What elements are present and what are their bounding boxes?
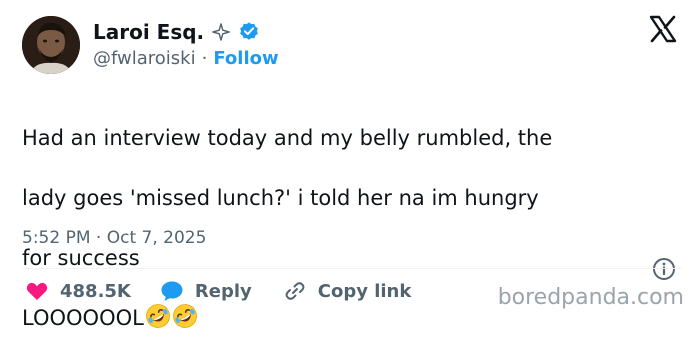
like-count: 488.5K <box>60 280 131 302</box>
reply-label: Reply <box>194 280 252 302</box>
tweet-timestamp[interactable]: 5:52 PM · Oct 7, 2025 <box>22 228 206 248</box>
avatar[interactable] <box>22 16 80 74</box>
tweet-time: 5:52 PM <box>22 228 91 248</box>
copy-link-label: Copy link <box>317 280 412 302</box>
author-handle[interactable]: @fwlaroiski <box>93 48 196 69</box>
like-button[interactable]: 488.5K <box>24 278 131 304</box>
handle-row: @fwlaroiski · Follow <box>93 48 279 69</box>
author-name-row: Laroi Esq. <box>93 20 260 44</box>
copy-link-button[interactable]: Copy link <box>282 278 412 304</box>
info-icon[interactable] <box>651 256 677 282</box>
tweet-line: Had an interview today and my belly rumb… <box>22 126 553 150</box>
follow-button[interactable]: Follow <box>213 48 278 69</box>
rolling-laughing-emoji-icon <box>145 304 170 328</box>
reply-button[interactable]: Reply <box>159 278 252 304</box>
timestamp-separator: · <box>95 228 102 248</box>
x-logo-icon[interactable] <box>648 14 678 44</box>
rolling-laughing-emoji-icon <box>172 304 197 328</box>
author-name[interactable]: Laroi Esq. <box>93 20 204 44</box>
handle-separator: · <box>201 48 208 69</box>
tweet-line: LOOOOOOL <box>22 306 144 330</box>
speech-bubble-icon <box>161 281 183 301</box>
tweet-date: Oct 7, 2025 <box>106 228 207 248</box>
action-bar: 488.5K Reply Copy link <box>24 278 411 304</box>
watermark: boredpanda.com <box>497 285 684 310</box>
divider <box>22 268 682 269</box>
heart-icon <box>26 282 48 300</box>
sparkle-icon <box>212 23 230 41</box>
tweet-line: lady goes 'missed lunch?' i told her na … <box>22 186 539 210</box>
verified-badge-icon <box>240 22 258 40</box>
tweet-card: Laroi Esq. @fwlaroiski · Follow Had an i… <box>0 0 700 330</box>
link-icon <box>285 282 305 300</box>
